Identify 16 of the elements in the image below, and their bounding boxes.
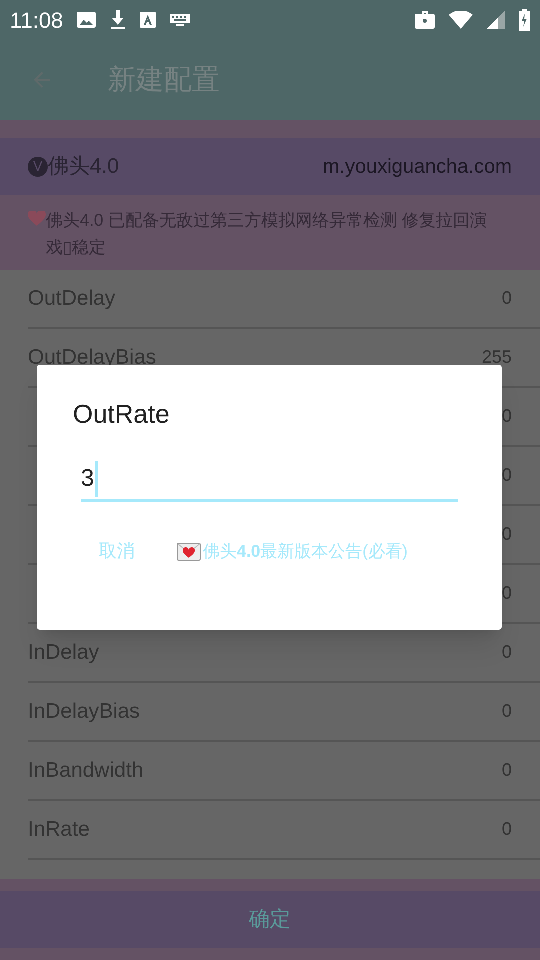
dialog-title: OutRate [73,398,171,431]
heart-icon [28,211,46,227]
cancel-button[interactable]: 取消 [99,538,135,565]
keyboard-icon [170,14,190,26]
wifi-icon [449,11,473,29]
signal-icon [487,11,505,29]
status-time: 11:08 [10,6,64,34]
confirm-button[interactable]: 确定 [0,891,540,948]
announcement-button[interactable]: 佛头4.0最新版本公告(必看) [177,538,408,564]
site-address: m.youxiguancha.com [323,154,512,180]
font-icon [140,12,156,28]
download-icon [110,10,126,30]
image-icon [77,12,96,28]
briefcase-icon [415,11,435,29]
input-field[interactable]: 3 [81,458,458,502]
battery-icon [519,9,530,31]
